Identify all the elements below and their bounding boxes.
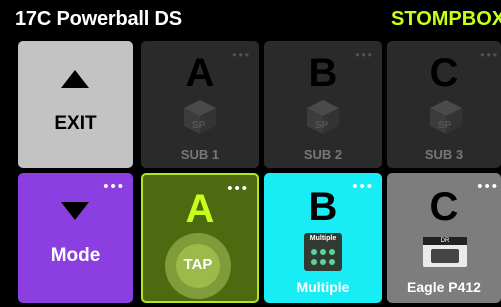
sub-1-button[interactable]: ••• A SP SUB 1: [141, 41, 259, 168]
down-triangle-icon: [61, 202, 89, 220]
amp-cab-icon: DR: [423, 237, 467, 267]
multiple-block-button[interactable]: ••• B Multiple Multiple: [264, 173, 382, 303]
sub-2-label: SUB 2: [303, 147, 343, 162]
sub-2-letter: B: [308, 51, 338, 95]
tap-label: TAP: [183, 256, 213, 273]
amp-label: DR: [423, 237, 467, 245]
tap-letter: A: [185, 187, 215, 231]
svg-text:SP: SP: [192, 120, 206, 131]
preset-name: 17C Powerball DS: [15, 8, 182, 30]
sub-3-button[interactable]: ••• C SP SUB 3: [387, 41, 501, 168]
svg-text:SP: SP: [438, 120, 452, 131]
amp-label-name: Eagle P412: [407, 279, 481, 295]
mode-label: Mode: [50, 245, 101, 266]
more-dots-icon: •••: [103, 178, 125, 195]
sp-cube-icon: SP: [307, 100, 339, 134]
header-bar: 17C Powerball DS STOMPBOX: [0, 0, 501, 36]
sp-cube-icon: SP: [430, 100, 462, 134]
multiple-letter: B: [308, 185, 338, 229]
sub-1-label: SUB 1: [180, 147, 220, 162]
amp-letter: C: [429, 185, 459, 229]
mode-button[interactable]: ••• Mode: [18, 173, 133, 303]
pedal-label: Multiple: [309, 235, 337, 242]
sub-2-button[interactable]: ••• B SP SUB 2: [264, 41, 382, 168]
multiple-pedal-icon: Multiple: [304, 233, 342, 271]
svg-text:SP: SP: [315, 120, 329, 131]
tap-circle: TAP: [165, 233, 231, 299]
exit-label: EXIT: [54, 113, 97, 134]
amp-block-button[interactable]: ••• C DR Eagle P412: [387, 173, 501, 303]
exit-button[interactable]: EXIT: [18, 41, 133, 168]
sub-3-label: SUB 3: [424, 147, 464, 162]
sub-3-letter: C: [429, 51, 459, 95]
tap-tempo-button[interactable]: ••• A TAP: [141, 173, 259, 303]
sp-cube-icon: SP: [184, 100, 216, 134]
up-triangle-icon: [61, 70, 89, 88]
multiple-label: Multiple: [296, 279, 350, 295]
sub-1-letter: A: [185, 51, 215, 95]
mode-name: STOMPBOX: [391, 8, 501, 30]
